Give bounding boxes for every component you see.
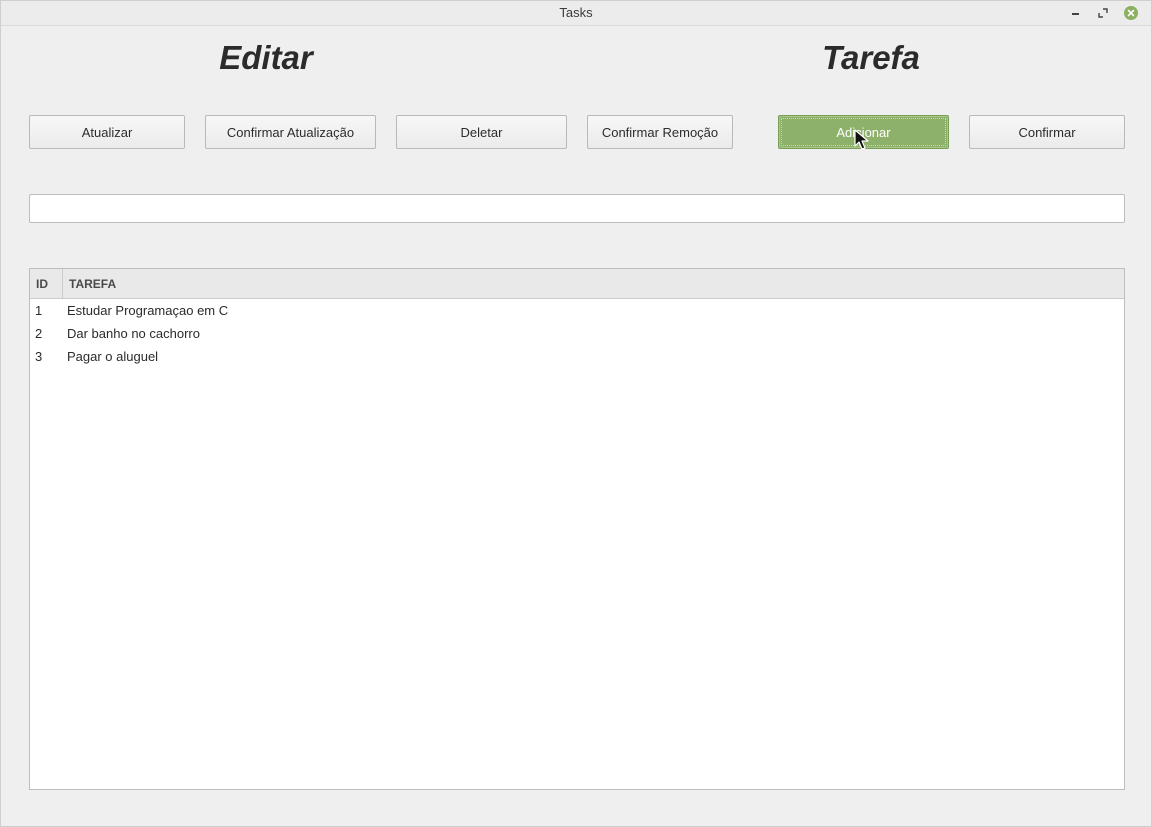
table-row[interactable]: 3 Pagar o aluguel: [30, 345, 1124, 368]
row-id-cell: 1: [35, 303, 43, 318]
title-bar: Tasks: [1, 1, 1151, 26]
task-table: ID TAREFA 1 Estudar Programaçao em C 2 D…: [29, 268, 1125, 790]
maximize-button[interactable]: [1095, 5, 1111, 21]
confirmar-remocao-button[interactable]: Confirmar Remoção: [587, 115, 733, 149]
table-body: 1 Estudar Programaçao em C 2 Dar banho n…: [30, 299, 1124, 368]
row-task-cell: Dar banho no cachorro: [67, 326, 200, 341]
row-task-cell: Pagar o aluguel: [67, 349, 159, 364]
table-row[interactable]: 2 Dar banho no cachorro: [30, 322, 1124, 345]
close-icon: [1124, 6, 1138, 20]
confirmar-button[interactable]: Confirmar: [969, 115, 1125, 149]
window-title: Tasks: [559, 5, 593, 20]
minimize-button[interactable]: [1067, 5, 1083, 21]
task-input[interactable]: [29, 194, 1125, 223]
table-row[interactable]: 1 Estudar Programaçao em C: [30, 299, 1124, 322]
deletar-button[interactable]: Deletar: [396, 115, 567, 149]
heading-tarefa: Tarefa: [822, 39, 920, 76]
heading-editar: Editar: [219, 39, 313, 76]
atualizar-button[interactable]: Atualizar: [29, 115, 185, 149]
close-button[interactable]: [1123, 5, 1139, 21]
column-header-id[interactable]: ID: [30, 269, 63, 298]
confirmar-atualizacao-button[interactable]: Confirmar Atualização: [205, 115, 376, 149]
row-id-cell: 2: [35, 326, 43, 341]
maximize-icon: [1098, 8, 1108, 18]
minimize-icon: [1071, 13, 1079, 15]
app-window: Tasks Editar Tarefa Atualizar Confirmar …: [0, 0, 1152, 827]
mouse-pointer-icon: [854, 129, 869, 150]
column-header-tarefa[interactable]: TAREFA: [63, 269, 1124, 298]
row-id-cell: 3: [35, 349, 43, 364]
row-task-cell: Estudar Programaçao em C: [67, 303, 229, 318]
table-header: ID TAREFA: [30, 269, 1124, 299]
